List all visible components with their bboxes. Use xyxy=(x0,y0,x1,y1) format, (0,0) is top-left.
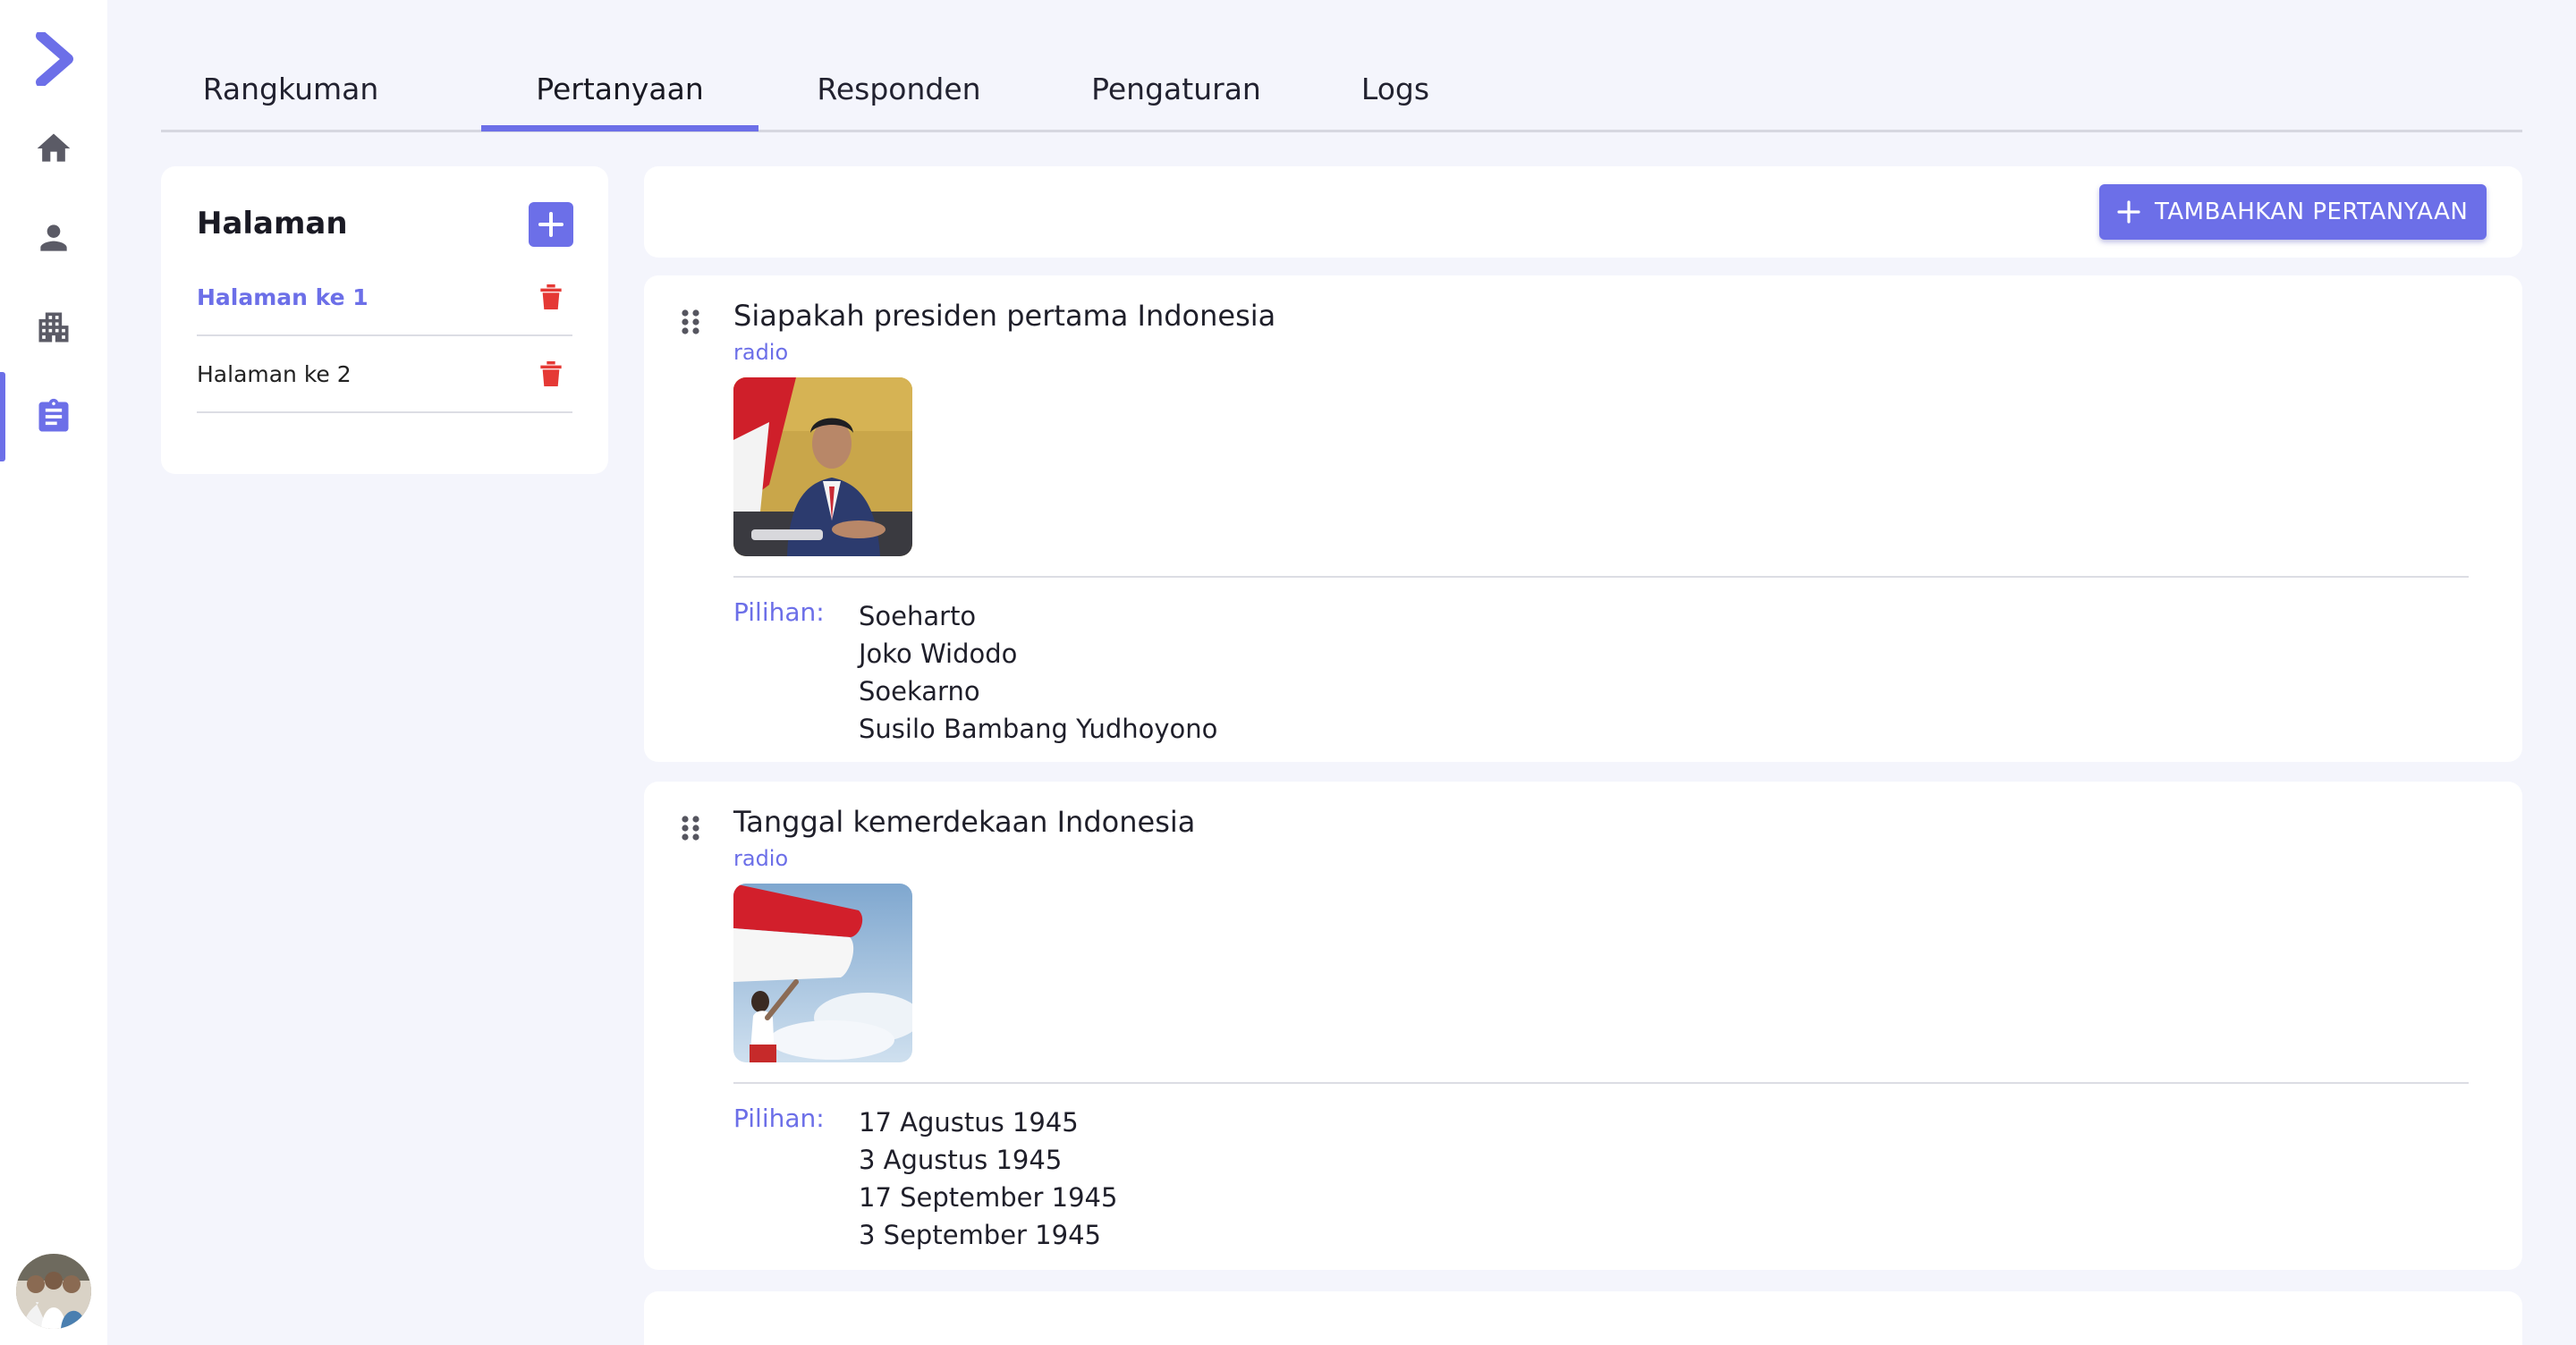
option-item: Joko Widodo xyxy=(859,639,1018,669)
question-image[interactable] xyxy=(733,377,912,556)
expand-sidebar-button[interactable] xyxy=(0,14,107,104)
plus-icon xyxy=(2117,200,2140,224)
add-question-label: TAMBAHKAN PERTANYAAN xyxy=(2155,199,2469,225)
home-icon xyxy=(37,133,71,162)
plus-icon xyxy=(538,212,564,237)
option-item: Susilo Bambang Yudhoyono xyxy=(859,714,1218,744)
tab-responden[interactable]: Responden xyxy=(769,57,1029,132)
delete-page-button[interactable] xyxy=(533,356,569,392)
option-item: 17 September 1945 xyxy=(859,1182,1118,1213)
option-item: Soekarno xyxy=(859,676,980,706)
sidebar-item-users[interactable] xyxy=(0,193,107,283)
sidebar-item-buildings[interactable] xyxy=(0,283,107,372)
option-item: 3 September 1945 xyxy=(859,1220,1101,1250)
tab-pertanyaan[interactable]: Pertanyaan xyxy=(481,57,758,132)
option-item: 3 Agustus 1945 xyxy=(859,1145,1063,1175)
buildings-icon xyxy=(38,312,69,343)
sidebar-item-surveys[interactable] xyxy=(0,372,107,461)
question-type: radio xyxy=(733,340,789,365)
tab-pengaturan[interactable]: Pengaturan xyxy=(1046,57,1306,132)
delete-page-button[interactable] xyxy=(533,279,569,315)
active-tab-indicator xyxy=(481,125,758,131)
page-item-1[interactable]: Halaman ke 1 xyxy=(197,259,572,336)
trash-icon xyxy=(540,284,562,309)
pages-title: Halaman xyxy=(197,206,348,241)
question-divider xyxy=(733,576,2469,578)
sidebar-item-home[interactable] xyxy=(0,104,107,193)
trash-icon xyxy=(540,361,562,386)
question-divider xyxy=(733,1082,2469,1084)
pages-panel: Halaman Halaman ke 1 Halaman ke 2 xyxy=(161,166,608,474)
question-title[interactable]: Siapakah presiden pertama Indonesia xyxy=(733,299,1275,333)
sidebar xyxy=(0,0,107,1345)
options-label: Pilihan: xyxy=(733,597,825,627)
tab-bar: Rangkuman Pertanyaan Responden Pengatura… xyxy=(161,57,2522,132)
question-image[interactable] xyxy=(733,884,912,1062)
options-list: 17 Agustus 1945 3 Agustus 1945 17 Septem… xyxy=(859,1104,1117,1254)
page-item-2[interactable]: Halaman ke 2 xyxy=(197,336,572,413)
question-card-partial xyxy=(644,1291,2522,1345)
page-item-label: Halaman ke 1 xyxy=(197,284,369,310)
question-title[interactable]: Tanggal kemerdekaan Indonesia xyxy=(733,805,1195,839)
add-page-button[interactable] xyxy=(529,202,573,247)
tab-logs[interactable]: Logs xyxy=(1315,57,1476,132)
avatar-photo xyxy=(16,1254,91,1329)
questions-toolbar: TAMBAHKAN PERTANYAAN xyxy=(644,166,2522,258)
tab-rangkuman[interactable]: Rangkuman xyxy=(161,57,420,132)
option-item: 17 Agustus 1945 xyxy=(859,1107,1079,1138)
question-type: radio xyxy=(733,846,789,871)
options-list: Soeharto Joko Widodo Soekarno Susilo Bam… xyxy=(859,597,1217,748)
user-avatar[interactable] xyxy=(16,1254,91,1329)
drag-handle-icon[interactable] xyxy=(680,814,701,842)
add-question-button[interactable]: TAMBAHKAN PERTANYAAN xyxy=(2099,184,2487,240)
question-card: Tanggal kemerdekaan Indonesia radio Pili… xyxy=(644,782,2522,1270)
question-card: Siapakah presiden pertama Indonesia radi… xyxy=(644,275,2522,762)
options-label: Pilihan: xyxy=(733,1104,825,1133)
option-item: Soeharto xyxy=(859,601,977,631)
person-icon xyxy=(40,224,67,251)
chevron-right-icon xyxy=(36,32,73,86)
drag-handle-icon[interactable] xyxy=(680,308,701,336)
page-item-label: Halaman ke 2 xyxy=(197,361,352,387)
clipboard-icon xyxy=(38,398,69,432)
